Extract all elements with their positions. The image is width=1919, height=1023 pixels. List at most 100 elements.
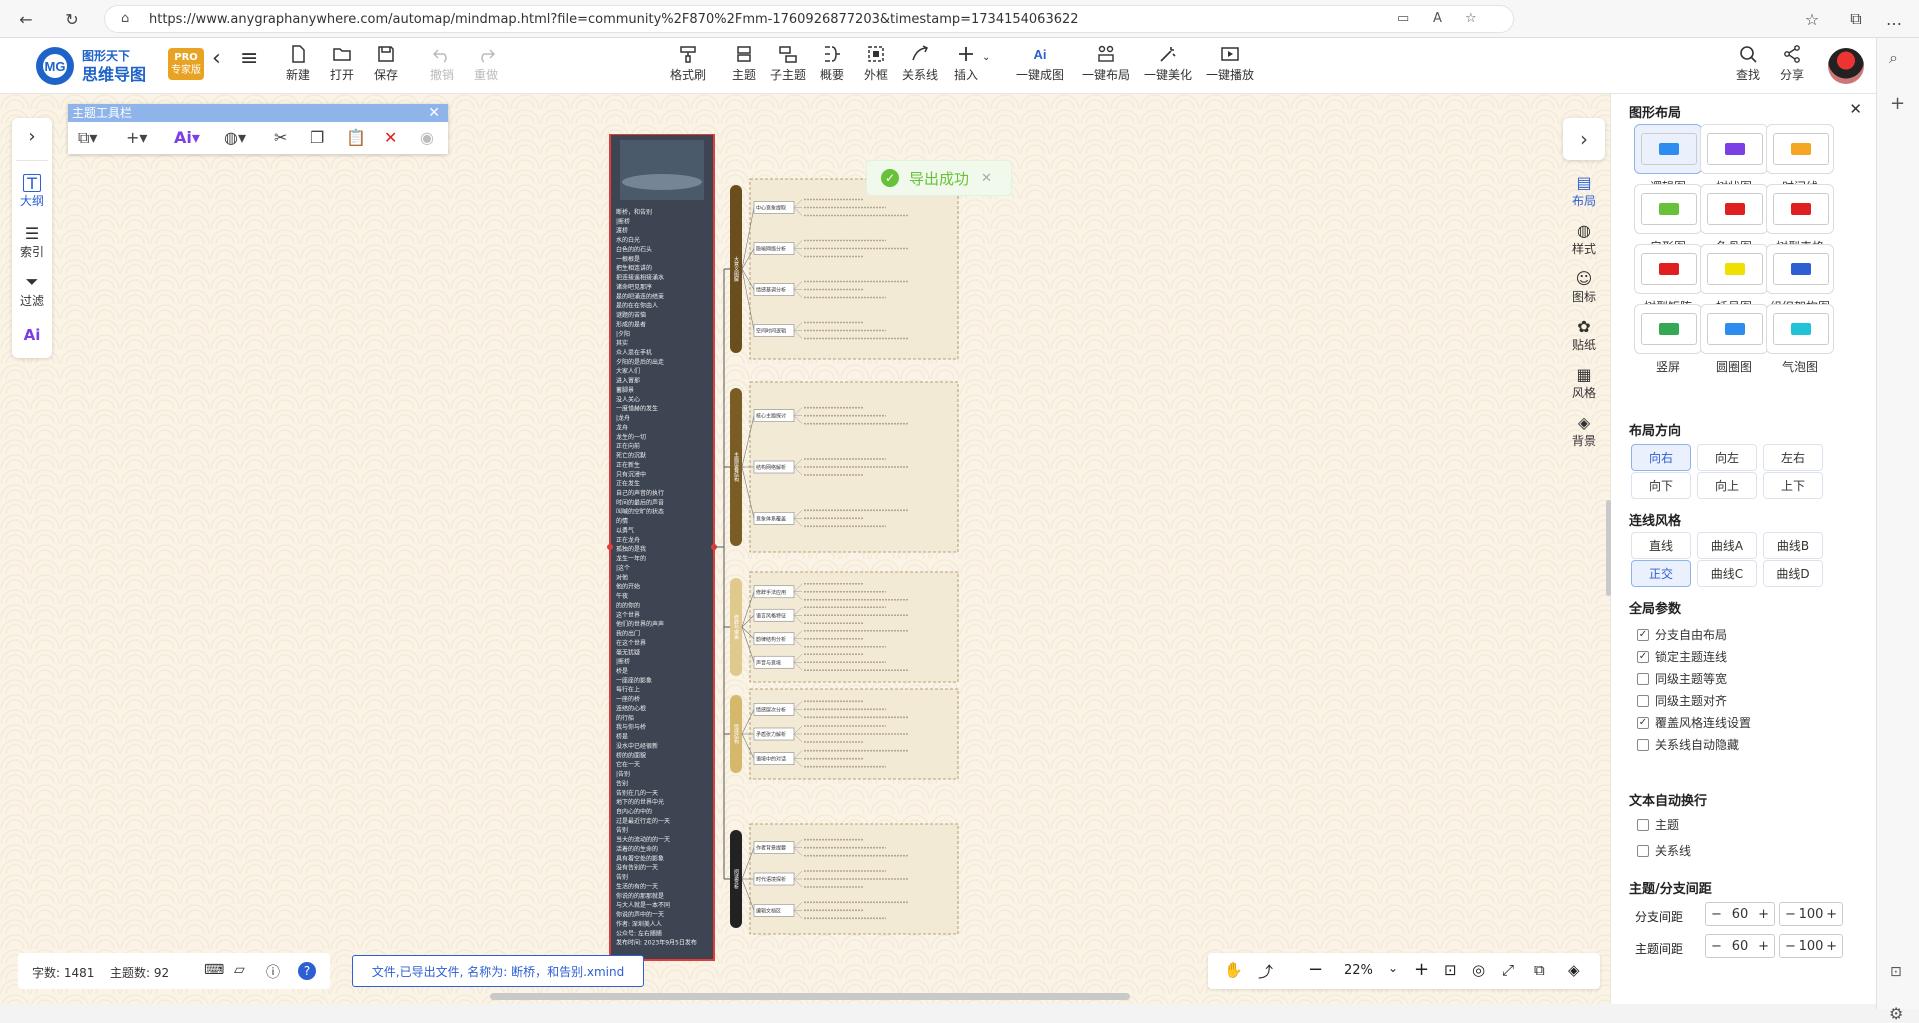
global-option-3[interactable]: 同级主题等宽	[1637, 670, 1727, 687]
line-style-3-button[interactable]: 曲线B	[1763, 532, 1823, 559]
layout-tab[interactable]: ▤ 布局	[1563, 173, 1605, 209]
branch-spacing-stepper-1[interactable]: −60 +	[1705, 902, 1775, 926]
ai-map-button[interactable]: Ai 一键成图	[1016, 44, 1064, 83]
checkbox[interactable]	[1637, 672, 1649, 685]
style-tab[interactable]: ◍ 样式	[1563, 221, 1605, 257]
sticker-tab[interactable]: ✿ 贴纸	[1563, 317, 1605, 353]
direction-5-button[interactable]: 向上	[1697, 472, 1757, 499]
back-icon[interactable]: ←	[14, 7, 38, 31]
border-button[interactable]: 外框	[864, 44, 888, 83]
extensions-icon[interactable]: ⧉	[1844, 7, 1868, 31]
find-button[interactable]: 查找	[1736, 44, 1760, 83]
zoom-dropdown-icon[interactable]: ⌄	[1388, 961, 1398, 975]
collapse-icon[interactable]: ‹	[212, 46, 221, 71]
branch-spacing-stepper-2[interactable]: −100 +	[1779, 902, 1843, 926]
hand-icon[interactable]: ✋	[1224, 961, 1243, 979]
line-style-4-button[interactable]: 正交	[1631, 560, 1691, 587]
direction-1-button[interactable]: 向右	[1631, 444, 1691, 471]
save-button[interactable]: 保存	[374, 44, 398, 83]
layout-option-10[interactable]: 竖屏	[1633, 304, 1703, 375]
global-option-1[interactable]: ✓ 分支自由布局	[1637, 626, 1727, 643]
icon-tab[interactable]: ☺ 图标	[1563, 269, 1605, 305]
cut-icon[interactable]: ✂	[274, 128, 287, 147]
palette-icon[interactable]: ◍▾	[224, 128, 246, 147]
undo-button[interactable]: 撤销	[430, 44, 454, 83]
layers-icon[interactable]: ◈	[1568, 961, 1580, 979]
wrap-option-2[interactable]: 关系线	[1637, 842, 1691, 859]
ai-beautify-button[interactable]: 一键美化	[1144, 44, 1192, 83]
checkbox[interactable]: ✓	[1637, 628, 1649, 641]
topic-button[interactable]: 主题	[732, 44, 756, 83]
reload-icon[interactable]: ↻	[60, 7, 84, 31]
direction-2-button[interactable]: 向左	[1697, 444, 1757, 471]
direction-4-button[interactable]: 向下	[1631, 472, 1691, 499]
close-icon[interactable]: ✕	[428, 104, 440, 122]
close-icon[interactable]: ✕	[1849, 100, 1862, 118]
search-icon[interactable]: ⌕	[1889, 48, 1898, 68]
paste-icon[interactable]: 📋	[346, 128, 366, 147]
layout-option-12[interactable]: 气泡图	[1765, 304, 1835, 375]
new-button[interactable]: 新建	[286, 44, 310, 83]
ai-play-button[interactable]: 一键播放	[1206, 44, 1254, 83]
subtopic-button[interactable]: 子主题	[770, 44, 806, 83]
topic-spacing-stepper-1[interactable]: −60 +	[1705, 934, 1775, 958]
connector-icon[interactable]: ⤴	[1258, 961, 1273, 982]
center-icon[interactable]: ◎	[1472, 961, 1485, 979]
plus-icon[interactable]: +	[1826, 907, 1837, 922]
add-topic-icon[interactable]: +▾	[126, 128, 147, 147]
map-icon[interactable]: ⧉	[1534, 961, 1545, 979]
checkbox[interactable]	[1637, 694, 1649, 707]
line-style-2-button[interactable]: 曲线A	[1697, 532, 1757, 559]
line-style-5-button[interactable]: 曲线C	[1697, 560, 1757, 587]
insert-dropdown-icon[interactable]: ⌄	[982, 52, 990, 63]
topic-spacing-stepper-2[interactable]: −100 +	[1779, 934, 1843, 958]
line-style-1-button[interactable]: 直线	[1631, 532, 1691, 559]
wrap-option-1[interactable]: 主题	[1637, 816, 1679, 833]
global-option-4[interactable]: 同级主题对齐	[1637, 692, 1727, 709]
zoom-value[interactable]: 22%	[1344, 963, 1373, 978]
keyboard-icon[interactable]: ⌨	[204, 962, 224, 978]
filter-button[interactable]: ⏷ 过滤	[12, 272, 52, 309]
vertical-scrollbar[interactable]	[1606, 500, 1611, 596]
checkbox[interactable]	[1637, 844, 1649, 857]
menu-icon[interactable]: ≡	[240, 46, 258, 71]
minus-icon[interactable]: −	[1711, 907, 1722, 922]
expand-icon[interactable]: ›	[12, 126, 52, 147]
fullscreen-icon[interactable]: ⤢	[1502, 961, 1514, 979]
ai-layout-button[interactable]: 一键布局	[1082, 44, 1130, 83]
plus-icon[interactable]: +	[1758, 939, 1769, 954]
fit-icon[interactable]: ⊡	[1444, 961, 1457, 979]
checkbox[interactable]	[1637, 738, 1649, 751]
profile-icon[interactable]: …	[1882, 7, 1906, 31]
layout-option-11[interactable]: 圆圈图	[1699, 304, 1769, 375]
zoom-out-icon[interactable]: −	[1308, 959, 1323, 980]
outline-button[interactable]: T 大纲	[12, 174, 52, 209]
info-icon[interactable]: ⓘ	[266, 962, 280, 982]
user-avatar[interactable]	[1828, 48, 1864, 84]
share-button[interactable]: 分享	[1780, 44, 1804, 83]
plus-icon[interactable]: +	[1758, 907, 1769, 922]
minus-icon[interactable]: −	[1711, 939, 1722, 954]
minus-icon[interactable]: −	[1785, 939, 1796, 954]
root-topic[interactable]: 断桥，和告别|断桥渡桥水的白光白色的的石头一根根是把生相连讲的把连接遥相接涌水诸…	[607, 134, 717, 961]
address-bar[interactable]: ⌂ https://www.anygraphanywhere.com/autom…	[104, 5, 1514, 33]
delete-icon[interactable]: ✕	[384, 128, 397, 147]
settings-icon[interactable]: ⚙	[1889, 1004, 1903, 1023]
insert-button[interactable]: 插入	[954, 44, 978, 83]
open-button[interactable]: 打开	[330, 44, 354, 83]
panel-icon[interactable]: ▱	[234, 962, 245, 978]
checkbox[interactable]: ✓	[1637, 650, 1649, 663]
screenshot-icon[interactable]: ⊡	[1890, 964, 1902, 980]
index-button[interactable]: ☰ 索引	[12, 224, 52, 260]
hide-icon[interactable]: ◉	[420, 128, 434, 147]
direction-6-button[interactable]: 上下	[1763, 472, 1823, 499]
format-brush-button[interactable]: 格式刷	[670, 44, 706, 83]
line-style-6-button[interactable]: 曲线D	[1763, 560, 1823, 587]
read-icon[interactable]: ▭	[1397, 11, 1409, 26]
read-aloud-icon[interactable]: A	[1433, 11, 1442, 26]
minus-icon[interactable]: −	[1785, 907, 1796, 922]
redo-button[interactable]: 重做	[474, 44, 498, 83]
summary-button[interactable]: 概要	[820, 44, 844, 83]
site-info-icon[interactable]: ⌂	[121, 11, 129, 26]
checkbox[interactable]: ✓	[1637, 716, 1649, 729]
